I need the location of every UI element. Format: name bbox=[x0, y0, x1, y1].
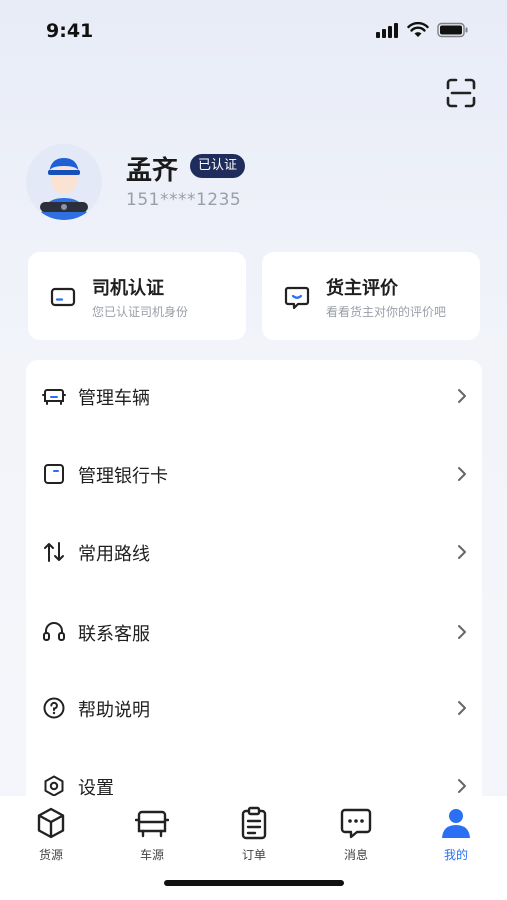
chevron-right-icon bbox=[458, 467, 466, 481]
card-title: 货主评价 bbox=[326, 278, 398, 299]
route-icon bbox=[44, 542, 64, 562]
menu-item-manage-bank-card[interactable]: 管理银行卡 bbox=[26, 444, 482, 504]
tab-label: 订单 bbox=[241, 848, 266, 862]
id-card-icon bbox=[50, 287, 76, 307]
user-icon bbox=[442, 809, 470, 838]
headset-icon bbox=[43, 622, 65, 641]
package-icon bbox=[37, 807, 65, 839]
chevron-right-icon bbox=[458, 779, 466, 793]
truck-icon bbox=[135, 810, 169, 838]
vehicle-icon bbox=[42, 389, 66, 405]
driver-avatar-icon bbox=[26, 144, 102, 220]
battery-icon bbox=[437, 22, 468, 38]
tab-messages[interactable]: 消息 bbox=[316, 806, 396, 866]
profile-header: 孟齐 已认证 151****1235 bbox=[26, 144, 486, 224]
chevron-right-icon bbox=[458, 389, 466, 403]
tab-vehicle-source[interactable]: 车源 bbox=[112, 806, 192, 866]
status-bar: 9:41 bbox=[0, 0, 507, 64]
card-title: 司机认证 bbox=[92, 278, 164, 299]
scan-icon bbox=[446, 78, 476, 108]
tab-label: 车源 bbox=[139, 848, 164, 862]
tab-label: 消息 bbox=[343, 848, 368, 862]
review-chat-icon bbox=[284, 286, 310, 310]
tab-mine[interactable]: 我的 bbox=[416, 806, 496, 866]
menu-item-label: 联系客服 bbox=[78, 624, 150, 645]
shipper-review-card[interactable]: 货主评价 看看货主对你的评价吧 bbox=[262, 252, 480, 340]
status-time: 9:41 bbox=[46, 20, 94, 42]
menu-list: 管理车辆 管理银行卡 常用路线 联系客服 帮助说明 设置 bbox=[26, 360, 482, 820]
scan-button[interactable] bbox=[444, 76, 478, 110]
chevron-right-icon bbox=[458, 545, 466, 559]
cellular-signal-icon bbox=[376, 23, 398, 38]
verified-badge: 已认证 bbox=[190, 154, 246, 178]
chevron-right-icon bbox=[458, 701, 466, 715]
tab-label: 货源 bbox=[38, 848, 63, 862]
message-icon bbox=[340, 808, 372, 839]
menu-item-label: 管理银行卡 bbox=[78, 466, 168, 487]
help-icon bbox=[43, 697, 65, 719]
clipboard-icon bbox=[241, 806, 267, 840]
menu-item-label: 帮助说明 bbox=[78, 700, 150, 721]
menu-item-common-routes[interactable]: 常用路线 bbox=[26, 522, 482, 582]
wifi-icon bbox=[407, 22, 429, 37]
menu-item-help[interactable]: 帮助说明 bbox=[26, 678, 482, 738]
user-name: 孟齐 bbox=[126, 156, 179, 186]
driver-certification-card[interactable]: 司机认证 您已认证司机身份 bbox=[28, 252, 246, 340]
card-subtitle: 看看货主对你的评价吧 bbox=[326, 305, 447, 319]
tab-label: 我的 bbox=[443, 848, 468, 862]
menu-item-label: 管理车辆 bbox=[78, 388, 150, 409]
tab-goods-source[interactable]: 货源 bbox=[11, 806, 91, 866]
chevron-right-icon bbox=[458, 625, 466, 639]
avatar[interactable] bbox=[26, 144, 102, 220]
menu-item-contact-support[interactable]: 联系客服 bbox=[26, 602, 482, 662]
tab-orders[interactable]: 订单 bbox=[214, 806, 294, 866]
user-phone: 151****1235 bbox=[126, 190, 242, 210]
status-icons bbox=[375, 22, 469, 38]
menu-item-label: 常用路线 bbox=[78, 544, 150, 565]
home-indicator bbox=[164, 880, 344, 886]
settings-icon bbox=[44, 775, 64, 797]
card-subtitle: 您已认证司机身份 bbox=[92, 305, 189, 319]
menu-item-manage-vehicle[interactable]: 管理车辆 bbox=[26, 366, 482, 426]
bank-card-icon bbox=[44, 464, 64, 484]
